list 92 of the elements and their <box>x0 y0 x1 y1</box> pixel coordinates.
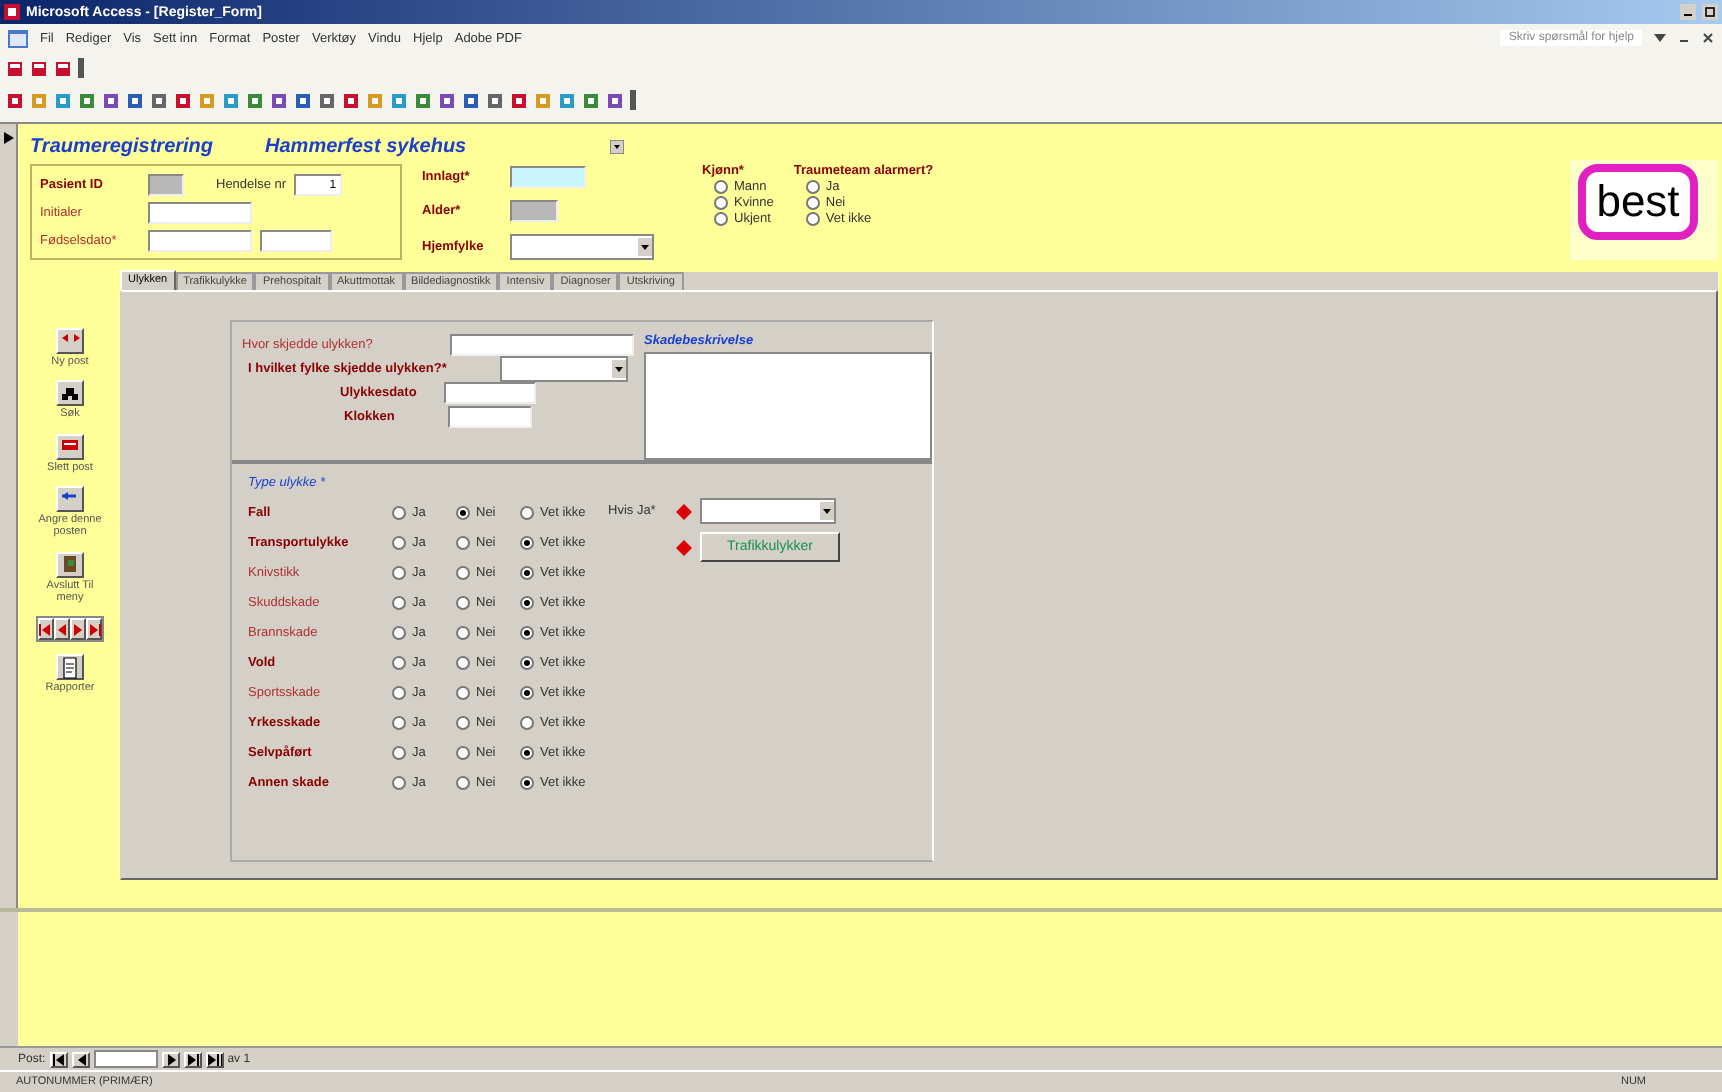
input-field[interactable] <box>260 230 332 252</box>
record-nav-button[interactable] <box>70 618 86 641</box>
diamond-icon <box>676 503 692 519</box>
input-field[interactable] <box>450 334 634 356</box>
radio-button[interactable] <box>456 686 470 700</box>
radio-button[interactable] <box>456 596 470 610</box>
record-selector[interactable] <box>0 124 18 908</box>
radio-button[interactable] <box>456 776 470 790</box>
record-number-field[interactable] <box>93 1050 158 1068</box>
side-button[interactable] <box>56 433 84 460</box>
radio-button[interactable] <box>520 746 534 760</box>
radio-button[interactable] <box>456 656 470 670</box>
radio-button[interactable] <box>520 686 534 700</box>
radio-button[interactable] <box>456 626 470 640</box>
radio-button[interactable] <box>392 776 406 790</box>
radio-button[interactable] <box>805 212 820 226</box>
door-icon <box>58 552 82 577</box>
radio-button[interactable] <box>805 196 820 210</box>
record-nav-button[interactable] <box>38 618 54 641</box>
hospital-name: Hammerfest sykehus <box>265 135 467 157</box>
radio-button[interactable] <box>456 746 470 760</box>
radio-button[interactable] <box>520 656 534 670</box>
radio-button[interactable] <box>392 596 406 610</box>
radio-button[interactable] <box>805 180 820 194</box>
radio-button[interactable] <box>520 596 534 610</box>
new-record-icon <box>207 1053 222 1065</box>
radio-button[interactable] <box>392 566 406 580</box>
radio-button[interactable] <box>520 716 534 730</box>
radio-button[interactable] <box>714 196 728 210</box>
dropdown-icon[interactable] <box>1654 32 1666 44</box>
radio-button[interactable] <box>714 180 728 194</box>
next-record-icon <box>70 621 86 638</box>
input-field[interactable] <box>510 199 558 221</box>
diamond-icon <box>676 539 692 555</box>
record-nav-button[interactable] <box>86 618 102 641</box>
next-record-icon <box>163 1053 178 1065</box>
first-record-icon <box>38 621 54 638</box>
radio-button[interactable] <box>520 536 534 550</box>
dropdown-field[interactable] <box>700 498 836 524</box>
minimize-icon[interactable] <box>1680 4 1696 20</box>
radio-button[interactable] <box>392 716 406 730</box>
record-nav-button[interactable] <box>183 1051 202 1067</box>
last-record-icon <box>86 621 102 638</box>
previous-record-icon <box>54 621 70 638</box>
toolbar-icon[interactable] <box>54 59 72 77</box>
input-field[interactable] <box>510 165 586 187</box>
radio-button[interactable] <box>392 656 406 670</box>
toolbar-icon[interactable] <box>30 59 48 77</box>
side-button[interactable] <box>56 328 84 354</box>
radio-button[interactable] <box>392 626 406 640</box>
input-field[interactable] <box>448 406 532 428</box>
maximize-icon[interactable] <box>1702 4 1718 20</box>
report-icon <box>58 655 82 680</box>
close-icon[interactable] <box>1702 32 1714 44</box>
record-nav-button[interactable] <box>49 1051 68 1067</box>
text-area[interactable] <box>644 352 932 460</box>
access-icon <box>4 4 20 20</box>
radio-button[interactable] <box>456 536 470 550</box>
previous-record-icon <box>73 1053 88 1065</box>
toolbar-icon[interactable] <box>6 59 24 77</box>
radio-button[interactable] <box>520 626 534 640</box>
record-nav-button[interactable] <box>161 1051 180 1067</box>
form-title: Traumeregistrering <box>30 135 214 157</box>
form-icon <box>8 29 28 47</box>
side-button[interactable] <box>56 551 84 578</box>
radio-button[interactable] <box>714 212 728 226</box>
scroll-button-icon[interactable] <box>610 139 625 153</box>
radio-button[interactable] <box>456 506 470 520</box>
record-nav-button[interactable] <box>71 1051 90 1067</box>
radio-button[interactable] <box>392 746 406 760</box>
radio-button[interactable] <box>520 566 534 580</box>
radio-button[interactable] <box>392 506 406 520</box>
record-nav-button[interactable] <box>205 1051 224 1067</box>
radio-button[interactable] <box>392 686 406 700</box>
input-field[interactable] <box>148 174 184 196</box>
first-record-icon <box>51 1053 66 1065</box>
input-field[interactable] <box>444 382 536 404</box>
logo: best <box>1578 164 1698 240</box>
radio-button[interactable] <box>456 566 470 580</box>
radio-button[interactable] <box>392 536 406 550</box>
arrow-icon <box>3 132 13 144</box>
radio-button[interactable] <box>456 716 470 730</box>
side-button[interactable] <box>56 654 84 681</box>
last-record-icon <box>185 1053 200 1065</box>
side-button[interactable] <box>56 485 84 512</box>
radio-button[interactable] <box>520 776 534 790</box>
record-nav-button[interactable] <box>54 618 70 641</box>
input-field[interactable] <box>148 202 252 224</box>
dropdown-field[interactable] <box>500 356 628 382</box>
dropdown-field[interactable] <box>510 233 654 259</box>
input-field[interactable] <box>148 230 252 252</box>
radio-button[interactable] <box>520 506 534 520</box>
